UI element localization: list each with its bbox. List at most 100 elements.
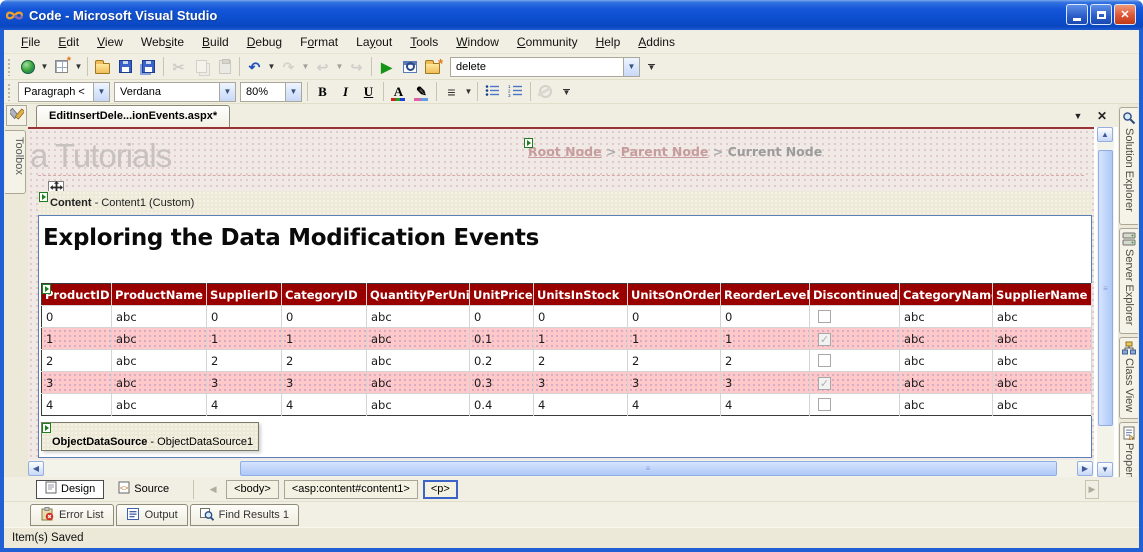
numbering-button[interactable]: 123 <box>504 81 527 103</box>
discontinued-checkbox[interactable] <box>818 354 831 367</box>
tag-navigator-item[interactable]: <asp:content#content1> <box>284 480 418 499</box>
add-new-item-button[interactable] <box>50 56 73 78</box>
redo-button-dropdown[interactable]: ▼ <box>300 56 311 78</box>
menu-item-window[interactable]: Window <box>447 32 508 52</box>
font-name-combo[interactable]: Verdana▼ <box>114 82 236 102</box>
tab-class-view[interactable]: Class View <box>1119 337 1138 419</box>
document-tab[interactable]: EditInsertDele...ionEvents.aspx* <box>36 105 230 127</box>
menu-item-community[interactable]: Community <box>508 32 587 52</box>
smart-tag-glyph[interactable] <box>42 423 51 433</box>
open-file-button[interactable] <box>91 56 114 78</box>
view-tab-design[interactable]: Design <box>36 480 104 499</box>
tab-error-list[interactable]: Error List <box>30 504 114 526</box>
bullets-button[interactable] <box>481 81 504 103</box>
vertical-scrollbar[interactable]: ▲ ≡ ▼ <box>1097 127 1114 477</box>
start-debugging-button[interactable]: ▶ <box>375 56 398 78</box>
scroll-right-button[interactable]: ▶ <box>1077 461 1093 476</box>
find-combo[interactable]: delete▼ <box>450 57 640 77</box>
scroll-left-button[interactable]: ◀ <box>28 461 44 476</box>
navigate-forward-button[interactable]: ↪ <box>345 56 368 78</box>
tab-server-explorer[interactable]: Server Explorer <box>1119 228 1138 334</box>
discontinued-checkbox[interactable]: ✓ <box>818 377 831 390</box>
smart-tag-glyph[interactable] <box>39 192 48 202</box>
font-size-combo[interactable]: 80%▼ <box>240 82 302 102</box>
menu-item-debug[interactable]: Debug <box>238 32 291 52</box>
save-button[interactable] <box>114 56 137 78</box>
font-color-button[interactable]: A <box>387 81 410 103</box>
toolbar-options-button[interactable]: ▼ <box>560 82 573 102</box>
toolbox-corner-button[interactable] <box>6 105 27 126</box>
vertical-scroll-thumb[interactable]: ≡ <box>1098 150 1113 426</box>
folder-sparkle-button[interactable] <box>421 56 444 78</box>
content-control-header[interactable]: Content - Content1 (Custom) <box>38 191 1092 215</box>
bold-button[interactable]: B <box>311 81 334 103</box>
discontinued-checkbox[interactable] <box>818 310 831 323</box>
toolbar-grip[interactable] <box>7 58 12 76</box>
italic-button[interactable]: I <box>334 81 357 103</box>
smart-tag-glyph[interactable] <box>524 138 533 148</box>
block-format-combo[interactable]: Paragraph <▼ <box>18 82 110 102</box>
undo-button[interactable]: ↶ <box>243 56 266 78</box>
view-tab-source[interactable]: <>Source <box>110 480 177 499</box>
alignment-button-dropdown[interactable]: ▼ <box>463 81 474 103</box>
menu-item-view[interactable]: View <box>88 32 132 52</box>
font-size-combo-dropdown[interactable]: ▼ <box>285 83 301 101</box>
title-bar[interactable]: Code - Microsoft Visual Studio ✕ <box>0 0 1143 30</box>
discontinued-checkbox[interactable]: ✓ <box>818 333 831 346</box>
grid-cell: abc <box>900 306 993 328</box>
tag-navigator-back-button[interactable]: ◀ <box>206 481 220 498</box>
menu-item-format[interactable]: Format <box>291 32 347 52</box>
horizontal-scrollbar[interactable]: ◀ ≡ ▶ <box>28 460 1094 477</box>
horizontal-scroll-thumb[interactable]: ≡ <box>240 461 1057 476</box>
toolbar-options-button[interactable]: ▼ <box>645 57 658 77</box>
objectdatasource-control[interactable]: ObjectDataSource - ObjectDataSource1 <box>41 422 259 451</box>
paste-button[interactable] <box>213 56 236 78</box>
tab-solution-explorer[interactable]: Solution Explorer <box>1119 107 1138 225</box>
cut-button[interactable]: ✂ <box>167 56 190 78</box>
menu-item-help[interactable]: Help <box>587 32 630 52</box>
menu-item-addins[interactable]: Addins <box>629 32 684 52</box>
window-magnifier-button[interactable] <box>398 56 421 78</box>
tab-toolbox[interactable]: Toolbox <box>5 130 26 194</box>
save-all-button[interactable] <box>137 56 160 78</box>
menu-item-edit[interactable]: Edit <box>49 32 88 52</box>
find-combo-dropdown[interactable]: ▼ <box>623 58 639 76</box>
active-files-dropdown-button[interactable]: ▼ <box>1069 107 1087 124</box>
navigate-backward-button[interactable]: ↩ <box>311 56 334 78</box>
highlight-button[interactable]: ✎ <box>410 81 433 103</box>
add-new-item-button-dropdown[interactable]: ▼ <box>73 56 84 78</box>
tag-navigator-item[interactable]: <p> <box>423 480 458 499</box>
maximize-button[interactable] <box>1090 4 1112 25</box>
scroll-up-button[interactable]: ▲ <box>1097 127 1113 142</box>
new-website-button[interactable] <box>16 56 39 78</box>
navigate-backward-button-dropdown[interactable]: ▼ <box>334 56 345 78</box>
underline-button[interactable]: U <box>357 81 380 103</box>
menu-item-file[interactable]: File <box>12 32 49 52</box>
menu-item-build[interactable]: Build <box>193 32 238 52</box>
tab-find-results-1[interactable]: Find Results 1 <box>190 504 299 526</box>
undo-button-dropdown[interactable]: ▼ <box>266 56 277 78</box>
menu-item-layout[interactable]: Layout <box>347 32 401 52</box>
breadcrumb-link[interactable]: Parent Node <box>621 144 709 159</box>
hyperlink-button[interactable] <box>534 81 557 103</box>
tab-output[interactable]: Output <box>116 504 188 526</box>
block-format-combo-dropdown[interactable]: ▼ <box>93 83 109 101</box>
menu-item-website[interactable]: Website <box>132 32 193 52</box>
scroll-down-button[interactable]: ▼ <box>1097 462 1113 477</box>
tag-navigator-item[interactable]: <body> <box>226 480 279 499</box>
close-button[interactable]: ✕ <box>1114 4 1136 25</box>
smart-tag-glyph[interactable] <box>42 284 51 294</box>
minimize-button[interactable] <box>1066 4 1088 25</box>
menu-item-tools[interactable]: Tools <box>401 32 447 52</box>
grid-column-header: CategoryID <box>282 284 367 306</box>
breadcrumb-link[interactable]: Root Node <box>528 144 602 159</box>
copy-button[interactable] <box>190 56 213 78</box>
discontinued-checkbox[interactable] <box>818 398 831 411</box>
new-website-button-dropdown[interactable]: ▼ <box>39 56 50 78</box>
toolbar-grip[interactable] <box>7 83 12 101</box>
tag-navigator-forward-button[interactable]: ▶ <box>1085 480 1099 499</box>
font-name-combo-dropdown[interactable]: ▼ <box>219 83 235 101</box>
alignment-button[interactable]: ≡ <box>440 81 463 103</box>
close-document-button[interactable]: ✕ <box>1093 107 1111 124</box>
redo-button[interactable]: ↷ <box>277 56 300 78</box>
